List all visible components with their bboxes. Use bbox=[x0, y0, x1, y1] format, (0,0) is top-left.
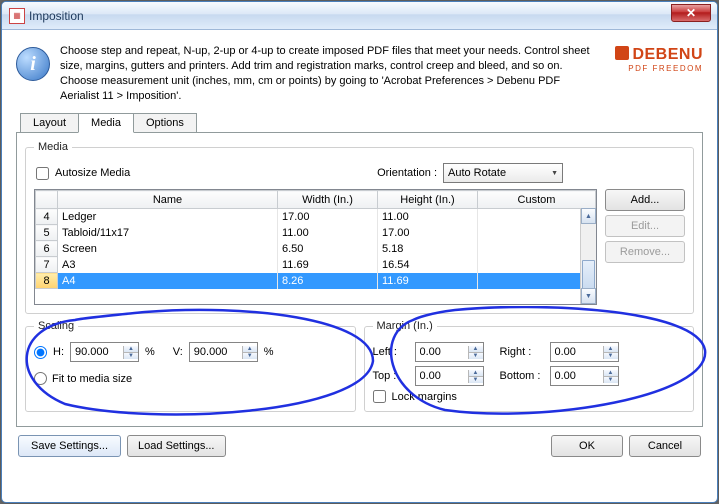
table-scrollbar[interactable]: ▲ ▼ bbox=[580, 208, 596, 304]
margin-top-input[interactable]: ▲▼ bbox=[415, 366, 484, 386]
save-settings-button[interactable]: Save Settings... bbox=[18, 435, 121, 457]
titlebar: ▦ Imposition ✕ bbox=[2, 2, 717, 30]
media-legend: Media bbox=[34, 141, 72, 153]
table-row[interactable]: 7A311.6916.54 bbox=[36, 257, 596, 273]
scaling-legend: Scaling bbox=[34, 320, 78, 332]
cancel-button[interactable]: Cancel bbox=[629, 435, 701, 457]
dialog-window: ▦ Imposition ✕ i Choose step and repeat,… bbox=[1, 1, 718, 503]
window-title: Imposition bbox=[29, 9, 84, 23]
media-table[interactable]: Name Width (In.) Height (In.) Custom 4Le… bbox=[34, 189, 597, 305]
ok-button[interactable]: OK bbox=[551, 435, 623, 457]
tab-media[interactable]: Media bbox=[78, 113, 134, 133]
scroll-up-icon[interactable]: ▲ bbox=[581, 208, 596, 224]
table-row-selected[interactable]: 8A48.2611.69 bbox=[36, 273, 596, 289]
table-row[interactable]: 6Screen6.505.18 bbox=[36, 241, 596, 257]
scale-hv-radio[interactable] bbox=[34, 346, 47, 359]
tab-options[interactable]: Options bbox=[133, 113, 197, 132]
table-header: Name Width (In.) Height (In.) Custom bbox=[36, 191, 596, 209]
app-icon: ▦ bbox=[9, 8, 25, 24]
table-row[interactable]: 5Tabloid/11x1711.0017.00 bbox=[36, 225, 596, 241]
margin-bottom-input[interactable]: ▲▼ bbox=[550, 366, 619, 386]
lock-margins-checkbox[interactable]: Lock margins bbox=[373, 390, 686, 403]
remove-button[interactable]: Remove... bbox=[605, 241, 685, 263]
intro-text: Choose step and repeat, N-up, 2-up or 4-… bbox=[60, 44, 601, 103]
margin-right-input[interactable]: ▲▼ bbox=[550, 342, 619, 362]
info-icon: i bbox=[16, 47, 50, 81]
debenu-logo: DEBENU PDF FREEDOM bbox=[615, 46, 703, 103]
edit-button[interactable]: Edit... bbox=[605, 215, 685, 237]
margin-left-input[interactable]: ▲▼ bbox=[415, 342, 484, 362]
orientation-select[interactable]: Auto Rotate bbox=[443, 163, 563, 183]
autosize-checkbox[interactable]: Autosize Media bbox=[36, 167, 130, 180]
tab-layout[interactable]: Layout bbox=[20, 113, 79, 132]
media-group: Media Autosize Media Orientation : Auto … bbox=[25, 141, 694, 314]
tab-bar: Layout Media Options bbox=[16, 113, 703, 132]
add-button[interactable]: Add... bbox=[605, 189, 685, 211]
load-settings-button[interactable]: Load Settings... bbox=[127, 435, 225, 457]
margin-group: Margin (In.) Left : ▲▼ Right : ▲▼ Top : … bbox=[364, 320, 695, 412]
tab-content: Media Autosize Media Orientation : Auto … bbox=[16, 132, 703, 427]
scaling-group: Scaling H: ▲▼ % V: ▲▼ % Fit to media siz… bbox=[25, 320, 356, 412]
margin-legend: Margin (In.) bbox=[373, 320, 437, 332]
scale-v-input[interactable]: ▲▼ bbox=[189, 342, 258, 362]
table-row[interactable]: 4Ledger17.0011.00 bbox=[36, 209, 596, 225]
scroll-down-icon[interactable]: ▼ bbox=[581, 288, 596, 304]
scale-h-input[interactable]: ▲▼ bbox=[70, 342, 139, 362]
fit-media-radio[interactable]: Fit to media size bbox=[34, 372, 132, 385]
close-button[interactable]: ✕ bbox=[671, 4, 711, 22]
orientation-label: Orientation : bbox=[377, 167, 437, 179]
